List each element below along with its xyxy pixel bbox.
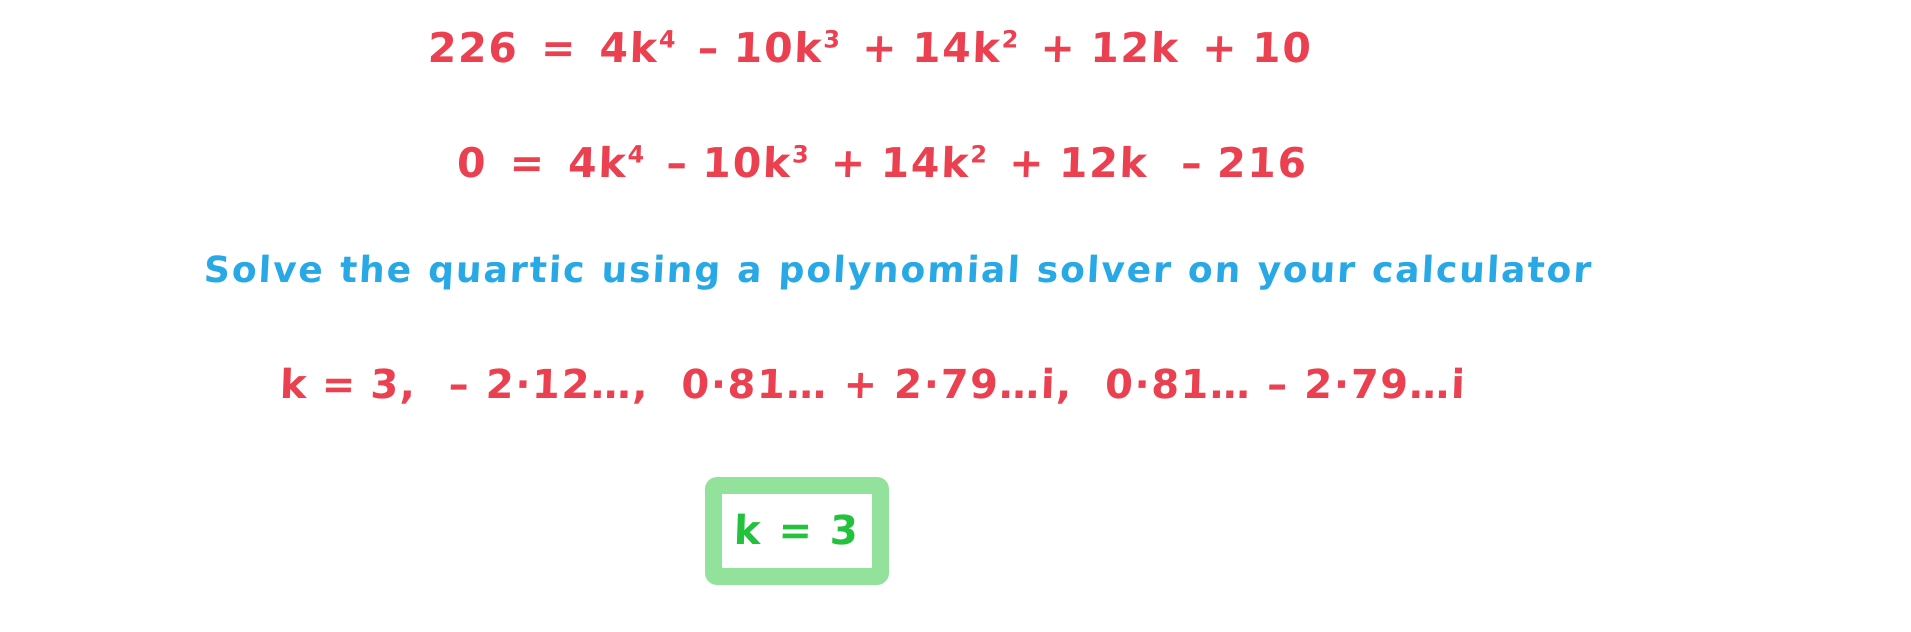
final-answer-text: k = 3 [733,508,861,554]
equation-2-term-4: 12k [1058,139,1150,187]
equation-1-term-1: 4k4 [598,24,677,72]
instruction-word-10: calculator [1370,250,1595,291]
worksheet-canvas: 226 = 4k4–10k3 +14k2 +12k +10 0 = 4k4–10k3 +14k2… [0,0,1911,632]
equation-1-term-2: 10k3 [733,24,841,72]
equation-line-2: 0 = 4k4–10k3 +14k2 +12k –216 [456,139,1308,187]
roots-separator-1: , [399,362,418,408]
instruction-word-9: your [1256,250,1359,291]
equation-2-term-3-sign: + [830,139,868,187]
root-value-3: 0·81… + 2·79…i [680,362,1058,408]
instruction-word-1: Solve [202,250,326,291]
instruction-word-5: a [736,250,765,291]
roots-variable-label: k [279,362,310,408]
equation-2-term-2: 10k3 [701,139,810,187]
equation-1-term-4-sign: + [1039,24,1078,72]
equation-1-lhs: 226 [427,24,520,72]
root-value-1: 3 [369,362,401,408]
instruction-word-2: the [338,250,415,291]
equation-1-term-5: 10 [1251,24,1314,72]
equation-1-term-2-sign: – [696,24,721,72]
roots-separator-3: , [1055,362,1074,408]
roots-separator-2: , [631,362,651,408]
root-value-2: – 2·12… [447,362,634,408]
equation-1-term-3: 14k2 [911,24,1019,72]
equation-2-term-5-sign: – [1180,139,1205,187]
equation-2-term-2-sign: – [665,139,690,187]
instruction-word-8: on [1186,250,1244,291]
equation-1-term-3-sign: + [861,24,900,72]
instruction-word-4: using [600,250,724,291]
equation-2-term-4-sign: + [1008,139,1047,187]
equation-2-term-5: 216 [1216,139,1309,187]
equation-line-1: 226 = 4k4–10k3 +14k2 +12k +10 [427,24,1313,72]
equation-1-term-4: 12k [1089,24,1181,72]
instruction-word-7: solver [1035,250,1174,291]
instruction-annotation: Solve the quartic using a polynomial solver on y… [202,250,1609,291]
roots-equals: = [320,362,358,408]
final-answer-box: k = 3 [705,477,889,585]
equation-2-lhs: 0 [456,139,489,187]
instruction-word-6: polynomial [777,250,1023,291]
instruction-word-3: quartic [427,250,588,291]
equation-1-equals: = [540,24,578,72]
root-value-4: 0·81… – 2·79…i [1104,362,1468,408]
equation-2-term-3: 14k2 [880,139,988,187]
equation-2-term-1: 4k4 [567,139,645,187]
equation-1-term-5-sign: + [1201,24,1240,72]
equation-2-equals: = [508,139,547,187]
roots-line: k = 3, – 2·12…, 0·81… + 2·79…i, 0·81… – 2·79…… [279,362,1468,408]
